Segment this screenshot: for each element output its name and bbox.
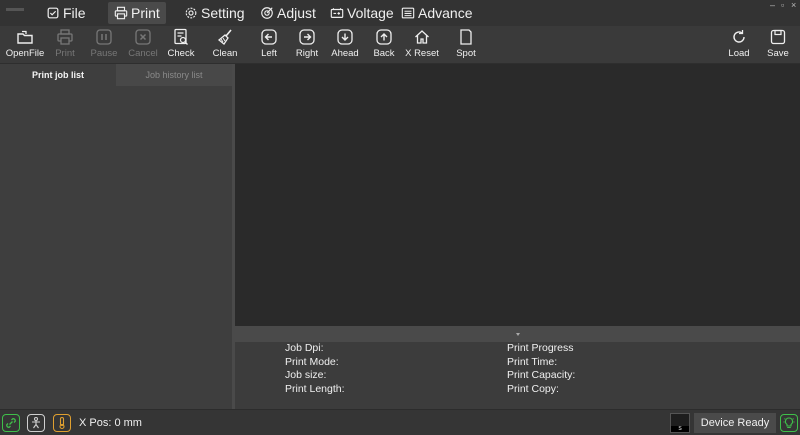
job-list-panel: Print job list Job history list	[0, 64, 232, 409]
restore-button[interactable]: ▫	[781, 0, 784, 10]
save-icon	[770, 29, 786, 45]
tab-print-job-list[interactable]: Print job list	[0, 64, 116, 86]
menu-adjust[interactable]: Adjust	[254, 2, 322, 24]
file-check-icon	[47, 7, 59, 19]
print-copy-label: Print Copy:	[507, 382, 559, 395]
battery-icon	[330, 8, 344, 18]
arrow-right-icon	[299, 29, 315, 45]
menu-voltage[interactable]: Voltage	[324, 2, 400, 24]
cancel-icon	[135, 29, 151, 45]
arrow-down-icon	[337, 29, 353, 45]
pause-button[interactable]: Pause	[84, 27, 124, 63]
device-status: Device Ready	[694, 413, 776, 433]
job-size-label: Job size:	[285, 369, 327, 381]
job-info-left: Job Dpi: Print Mode: Job size: Print Len…	[285, 342, 345, 396]
menu-setting[interactable]: Setting	[178, 2, 251, 24]
clean-button[interactable]: Clean	[205, 27, 245, 63]
printer-icon	[57, 29, 73, 45]
job-info-panel: Job Dpi: Print Mode: Job size: Print Len…	[235, 342, 800, 409]
job-info-right: Print Progress Print Time: Print Capacit…	[507, 342, 575, 396]
home-icon	[415, 30, 429, 44]
info-collapse-bar[interactable]	[235, 326, 800, 342]
status-bar: X Pos: 0 mm S Device Ready	[0, 409, 800, 435]
screen-label: S	[671, 426, 689, 432]
x-position-readout: X Pos: 0 mm	[79, 417, 142, 429]
print-preview-canvas[interactable]	[235, 64, 800, 326]
check-button[interactable]: Check	[161, 27, 201, 63]
save-button[interactable]: Save	[758, 27, 798, 63]
open-file-icon	[17, 30, 33, 44]
open-file-button[interactable]: OpenFile	[5, 27, 45, 63]
gear-icon	[185, 7, 197, 19]
move-ahead-button[interactable]: Ahead	[325, 27, 365, 63]
print-length-label: Print Length:	[285, 382, 345, 395]
menu-bar: File Print Setting Adjust Voltage Advanc…	[0, 0, 800, 26]
print-time-label: Print Time:	[507, 355, 558, 368]
job-tabs: Print job list Job history list	[0, 64, 232, 86]
toolbar: OpenFile Print Pause Cancel Check Clean …	[0, 26, 800, 64]
move-back-button[interactable]: Back	[364, 27, 404, 63]
move-right-button[interactable]: Right	[287, 27, 327, 63]
pause-icon	[96, 29, 112, 45]
lightbulb-icon	[783, 417, 795, 429]
job-dpi-label: Job Dpi:	[285, 342, 324, 354]
target-icon	[261, 7, 273, 19]
arrow-left-icon	[261, 29, 277, 45]
minimize-button[interactable]: –	[770, 0, 775, 10]
list-box-icon	[401, 7, 415, 19]
app-logo	[6, 8, 24, 11]
spot-button[interactable]: Spot	[446, 27, 486, 63]
print-capacity-label: Print Capacity:	[507, 369, 576, 381]
person-icon	[32, 416, 40, 429]
thermometer-icon	[59, 416, 65, 430]
brush-icon	[217, 29, 232, 45]
check-doc-icon	[174, 28, 188, 45]
close-button[interactable]: ×	[791, 0, 796, 10]
move-left-button[interactable]: Left	[249, 27, 289, 63]
print-mode-label: Print Mode:	[285, 355, 339, 368]
temperature-status-button[interactable]	[53, 414, 71, 432]
load-button[interactable]: Load	[719, 27, 759, 63]
print-progress-label: Print Progress	[507, 342, 574, 354]
menu-print[interactable]: Print	[108, 2, 166, 24]
reload-icon	[733, 30, 745, 43]
carriage-status-button[interactable]	[27, 414, 45, 432]
chevron-down-icon	[515, 332, 520, 336]
bulb-status-button[interactable]	[780, 414, 798, 432]
x-reset-button[interactable]: X Reset	[402, 27, 442, 63]
arrow-up-icon	[376, 29, 392, 45]
spot-icon	[460, 29, 472, 45]
link-icon	[6, 418, 16, 428]
menu-advance[interactable]: Advance	[395, 2, 478, 24]
cancel-button[interactable]: Cancel	[123, 27, 163, 63]
printer-icon	[114, 6, 128, 20]
menu-file[interactable]: File	[40, 2, 92, 24]
tab-job-history-list[interactable]: Job history list	[116, 64, 232, 86]
link-status-button[interactable]	[2, 414, 20, 432]
device-screen-thumbnail: S	[670, 413, 690, 433]
print-button[interactable]: Print	[45, 27, 85, 63]
